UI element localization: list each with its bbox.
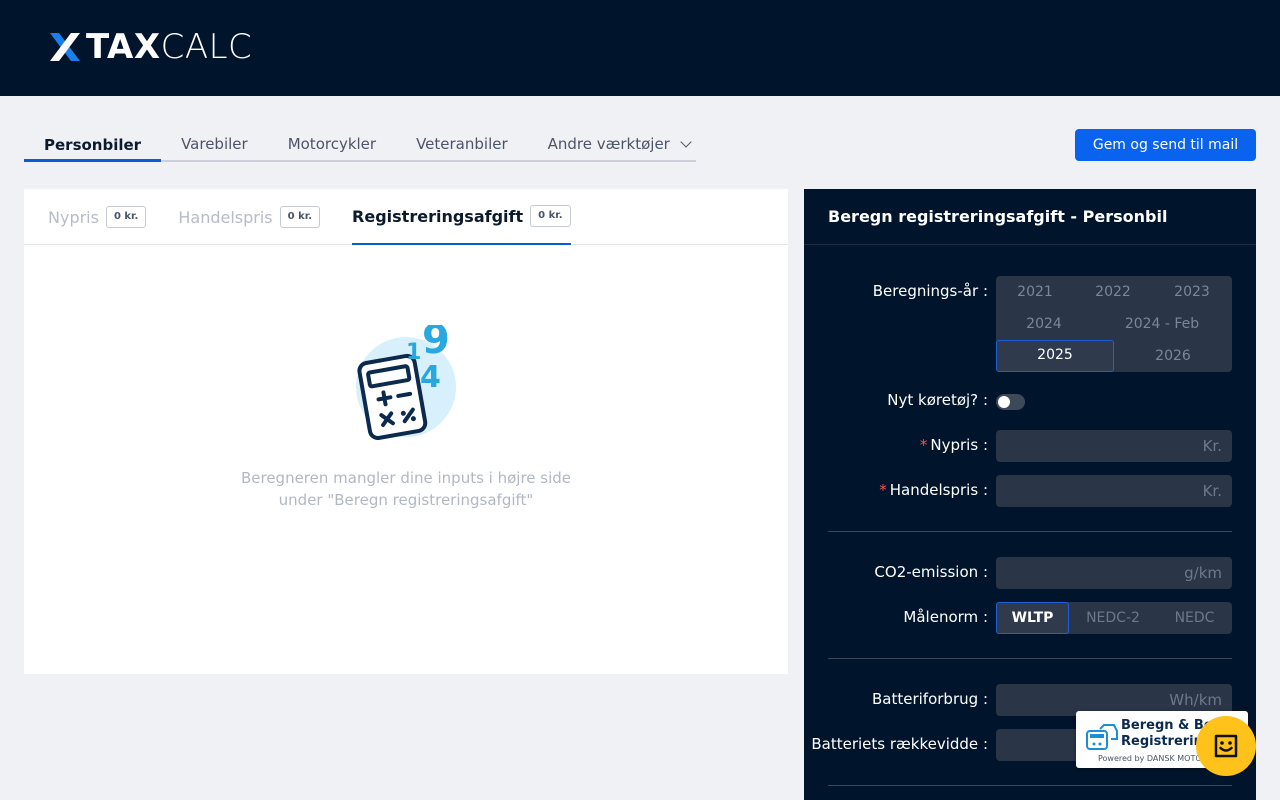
logo-text: TAXCALC xyxy=(86,27,253,67)
year-2023[interactable]: 2023 xyxy=(1152,276,1232,308)
unit-suffix: Wh/km xyxy=(1169,691,1222,709)
norm-label: Målenorm : xyxy=(903,608,988,626)
form-title: Beregn registreringsafgift - Personbil xyxy=(804,189,1256,245)
subtab-registreringsafgift[interactable]: Registreringsafgift 0 kr. xyxy=(352,189,571,245)
co2-label: CO2-emission : xyxy=(874,563,988,581)
year-2026[interactable]: 2026 xyxy=(1114,340,1232,372)
co2-input[interactable]: g/km xyxy=(996,557,1232,589)
subtab-handelspris[interactable]: Handelspris 0 kr. xyxy=(178,189,321,245)
tab-label: Varebiler xyxy=(181,135,248,153)
new-vehicle-label: Nyt køretøj? : xyxy=(887,391,988,409)
car-calculator-icon xyxy=(1086,724,1118,750)
handelspris-input[interactable]: Kr. xyxy=(996,475,1232,507)
norm-selector: WLTP NEDC-2 NEDC xyxy=(996,602,1232,634)
subtab-label: Handelspris xyxy=(178,207,273,227)
norm-wltp[interactable]: WLTP xyxy=(996,602,1069,634)
divider xyxy=(828,658,1232,659)
taxcalc-logo[interactable]: TAXCALC xyxy=(48,30,252,64)
year-selector: 2021 2022 2023 2024 2024 - Feb 2025 2026 xyxy=(996,276,1232,372)
send-mail-button[interactable]: Gem og send til mail xyxy=(1075,129,1256,161)
new-vehicle-toggle[interactable] xyxy=(996,394,1025,410)
tab-andre-vaerktoejer[interactable]: Andre værktøjer xyxy=(528,128,710,160)
year-label: Beregnings-år : xyxy=(872,282,988,300)
battery-range-label: Batteriets rækkevidde : xyxy=(811,735,988,753)
amount-badge: 0 kr. xyxy=(530,205,571,227)
year-2021[interactable]: 2021 xyxy=(996,276,1074,308)
calculation-form: Beregn registreringsafgift - Personbil B… xyxy=(804,189,1256,800)
tab-label: Andre værktøjer xyxy=(547,135,670,153)
year-2025[interactable]: 2025 xyxy=(996,340,1114,372)
year-2022[interactable]: 2022 xyxy=(1074,276,1152,308)
divider xyxy=(828,531,1232,532)
vehicle-tabs: Personbiler Varebiler Motorcykler Vetera… xyxy=(24,128,696,162)
empty-line-1: Beregneren mangler dine inputs i højre s… xyxy=(240,469,572,487)
x-logo-icon xyxy=(48,31,82,63)
toggle-knob xyxy=(998,396,1010,408)
handelspris-label: * Handelspris : xyxy=(879,481,988,499)
empty-state-message: Beregneren mangler dine inputs i højre s… xyxy=(24,467,788,511)
chat-button[interactable] xyxy=(1196,716,1256,776)
chevron-down-icon xyxy=(680,135,692,148)
smile-chat-icon xyxy=(1214,734,1238,758)
promo-powered-by: Powered by DANSK MOTOR xyxy=(1098,754,1208,763)
unit-suffix: g/km xyxy=(1184,564,1222,582)
result-card: Nypris 0 kr. Handelspris 0 kr. Registrer… xyxy=(24,189,788,674)
tab-label: Veteranbiler xyxy=(416,135,508,153)
result-subtabs: Nypris 0 kr. Handelspris 0 kr. Registrer… xyxy=(24,189,788,245)
unit-suffix: Kr. xyxy=(1202,482,1222,500)
tab-label: Personbiler xyxy=(44,135,142,154)
nypris-input[interactable]: Kr. xyxy=(996,430,1232,462)
norm-nedc-2[interactable]: NEDC-2 xyxy=(1069,602,1157,634)
empty-line-2: under "Beregn registreringsafgift" xyxy=(278,491,534,509)
tab-varebiler[interactable]: Varebiler xyxy=(161,128,268,160)
tab-motorcykler[interactable]: Motorcykler xyxy=(268,128,396,160)
tab-label: Motorcykler xyxy=(287,135,377,153)
calculator-icon: 1 9 4 xyxy=(356,317,466,445)
year-2024-feb[interactable]: 2024 - Feb xyxy=(1092,308,1232,340)
year-2024[interactable]: 2024 xyxy=(996,308,1092,340)
norm-nedc[interactable]: NEDC xyxy=(1157,602,1232,634)
battery-usage-label: Batteriforbrug : xyxy=(872,690,988,708)
tab-personbiler[interactable]: Personbiler xyxy=(24,128,162,162)
amount-badge: 0 kr. xyxy=(279,206,321,228)
digit-4: 4 xyxy=(420,360,441,395)
amount-badge: 0 kr. xyxy=(105,206,147,228)
subtab-nypris[interactable]: Nypris 0 kr. xyxy=(48,189,147,245)
subtab-label: Nypris xyxy=(48,207,99,227)
nypris-label: * Nypris : xyxy=(919,436,988,454)
unit-suffix: Kr. xyxy=(1202,437,1222,455)
digit-9: 9 xyxy=(422,325,450,363)
top-bar: TAXCALC xyxy=(0,0,1280,96)
tab-veteranbiler[interactable]: Veteranbiler xyxy=(396,128,528,160)
subtab-label: Registreringsafgift xyxy=(352,206,524,226)
divider xyxy=(828,785,1232,786)
